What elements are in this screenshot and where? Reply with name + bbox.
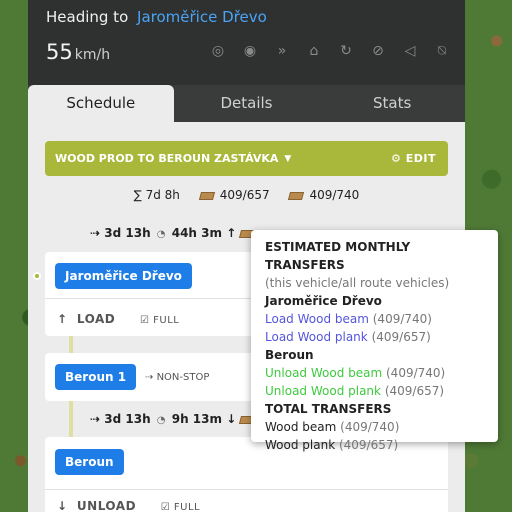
total-time: ∑ 7d 8h (133, 188, 180, 202)
full-toggle-3[interactable]: ☑ FULL (161, 502, 200, 512)
route-rail (69, 400, 73, 438)
tab-schedule[interactable]: Schedule (28, 85, 174, 122)
vehicle-header: Heading to Jaroměřice Dřevo 55 km/h ◎ ◉ »… (28, 0, 465, 86)
tooltip-station-1: Jaroměřice Dřevo (265, 294, 382, 308)
speed-value: 55 (46, 40, 73, 64)
route-rail (69, 336, 73, 354)
depot-icon[interactable]: ⌂ (305, 42, 323, 60)
nonstop-label: ⇢ NON-STOP (145, 372, 210, 383)
arrow-icon: ⇢ (90, 412, 101, 426)
tab-stats[interactable]: Stats (319, 85, 465, 122)
tooltip-total-1: Wood beam (409/740) (265, 420, 400, 434)
destination-link[interactable]: Jaroměřice Dřevo (137, 8, 267, 26)
speed-readout: 55 km/h (46, 40, 110, 64)
heading-label: Heading to (46, 8, 129, 26)
gear-icon: ⚙ (391, 152, 402, 165)
heading-line: Heading to Jaroměřice Dřevo (46, 8, 267, 26)
schedule-title-bar[interactable]: WOOD PROD TO BEROUN ZASTÁVKA ▼ ⚙ EDIT (45, 141, 448, 176)
edit-label: EDIT (405, 152, 436, 165)
schedule-title: WOOD PROD TO BEROUN ZASTÁVKA (55, 152, 279, 165)
tooltip-title: ESTIMATED MONTHLY TRANSFERS (265, 240, 411, 272)
tooltip-total-2: Wood plank (409/657) (265, 438, 399, 452)
transfers-tooltip: ESTIMATED MONTHLY TRANSFERS (this vehicl… (251, 230, 498, 452)
current-stop-dot (33, 272, 41, 280)
chevron-down-icon: ▼ (284, 153, 292, 164)
horn-icon[interactable]: ◁ (401, 42, 419, 60)
total-beam: 409/657 (198, 188, 270, 202)
arrow-icon: ⇢ (90, 226, 101, 240)
tab-bar: Schedule Details Stats (28, 85, 465, 122)
tab-details[interactable]: Details (174, 85, 320, 122)
clock-icon: ◔ (156, 415, 166, 426)
alarm-off-icon[interactable]: ⍉ (433, 42, 451, 60)
vehicle-toolbar: ◎ ◉ » ⌂ ↻ ⊘ ◁ ⍉ (209, 42, 451, 60)
edit-button[interactable]: ⚙ EDIT (391, 152, 436, 165)
segment1-time2: 44h 3m (171, 226, 222, 240)
stop-button-3[interactable]: Beroun (55, 449, 124, 475)
eye-icon[interactable]: ◉ (241, 42, 259, 60)
tooltip-total-title: TOTAL TRANSFERS (265, 402, 392, 416)
arrow-up-icon: ↑ (57, 312, 68, 326)
segment-row-2: ⇢ 3d 13h ◔ 9h 13m ↓ (90, 412, 260, 426)
arrow-down-icon: ↓ (57, 499, 68, 512)
tooltip-unload-1: Unload Wood beam (409/740) (265, 366, 446, 380)
skip-icon[interactable]: » (273, 42, 291, 60)
stop-action-1[interactable]: ↑ LOAD ☑ FULL (57, 312, 179, 326)
segment1-time1: 3d 13h (104, 226, 151, 240)
stop-button-2[interactable]: Beroun 1 (55, 364, 137, 390)
target-icon[interactable]: ◎ (209, 42, 227, 60)
speed-unit: km/h (74, 47, 111, 63)
tooltip-subtitle: (this vehicle/all route vehicles) (265, 276, 450, 290)
arrow-down-icon: ↓ (226, 412, 237, 426)
tooltip-load-2: Load Wood plank (409/657) (265, 330, 431, 344)
segment2-time1: 3d 13h (104, 412, 151, 426)
stop-action-3[interactable]: ↓ UNLOAD ☑ FULL (57, 499, 200, 512)
tooltip-load-1: Load Wood beam (409/740) (265, 312, 432, 326)
wood-plank-icon (288, 191, 305, 200)
clock-icon: ◔ (156, 229, 166, 240)
no-service-icon[interactable]: ⊘ (369, 42, 387, 60)
tooltip-unload-2: Unload Wood plank (409/657) (265, 384, 445, 398)
total-plank: 409/740 (288, 188, 359, 202)
arrow-icon: ⇢ (145, 372, 154, 383)
segment-row-1: ⇢ 3d 13h ◔ 44h 3m ↑ (90, 226, 260, 240)
refresh-icon[interactable]: ↻ (337, 42, 355, 60)
full-toggle-1[interactable]: ☑ FULL (140, 315, 179, 326)
arrow-up-icon: ↑ (226, 226, 237, 240)
divider (45, 489, 448, 490)
wood-beam-icon (198, 191, 215, 200)
tooltip-station-2: Beroun (265, 348, 314, 362)
segment2-time2: 9h 13m (171, 412, 222, 426)
stop-button-1[interactable]: Jaroměřice Dřevo (55, 263, 192, 289)
schedule-summary: ∑ 7d 8h 409/657 409/740 (28, 188, 465, 202)
